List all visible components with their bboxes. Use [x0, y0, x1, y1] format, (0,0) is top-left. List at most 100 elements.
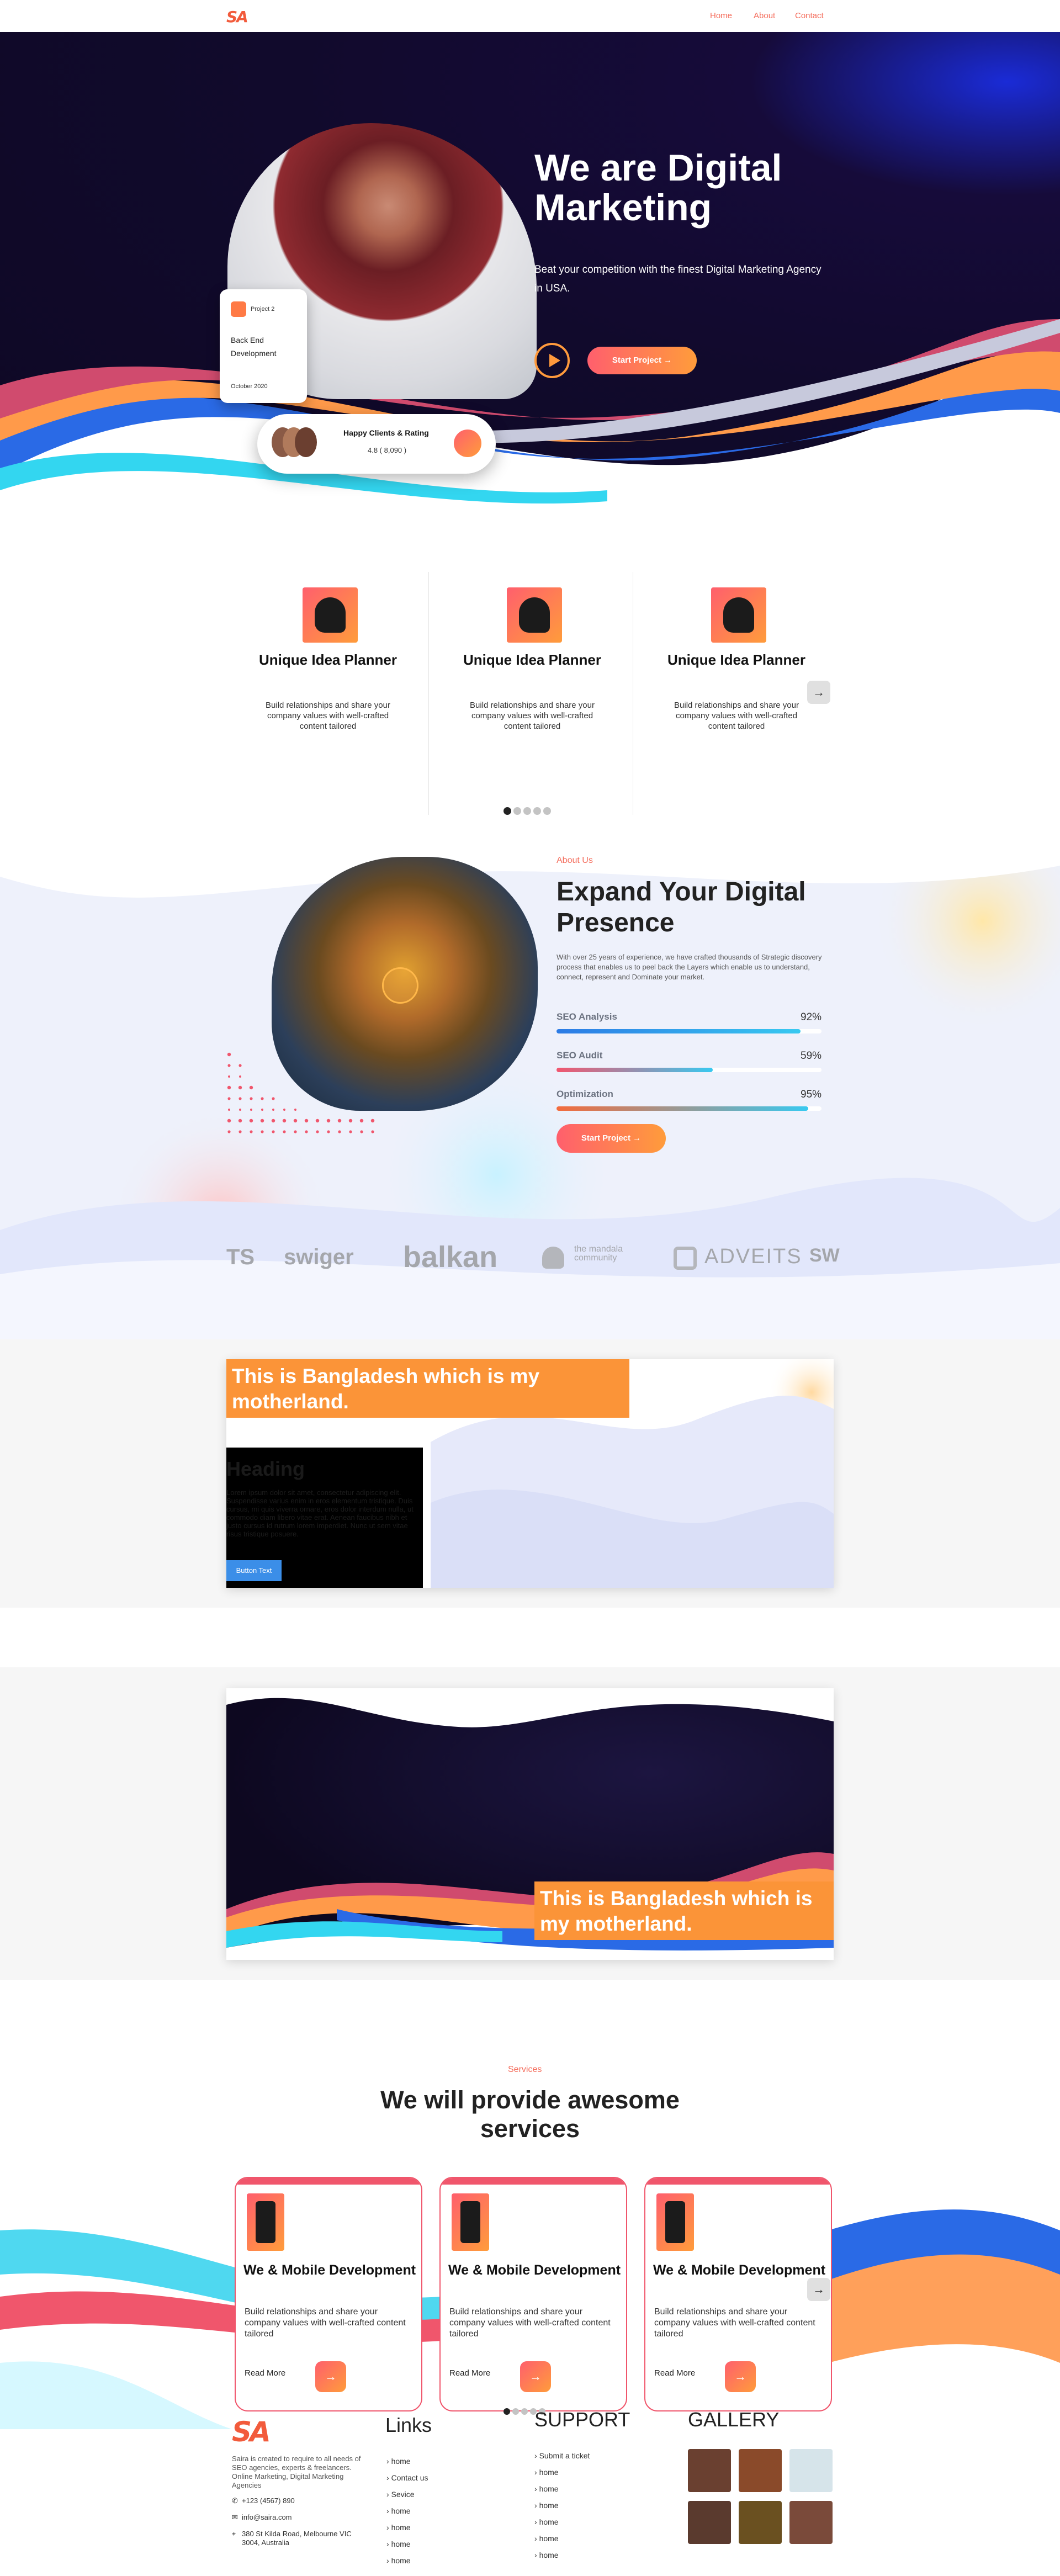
carousel-dot[interactable] [523, 807, 531, 815]
read-more-link[interactable]: Read More [449, 2368, 490, 2378]
skill-percent: 92% [801, 1011, 822, 1023]
services-eyebrow: Services [508, 2065, 542, 2074]
email-icon: ✉ [232, 2513, 238, 2521]
support-link[interactable]: › home [534, 2484, 559, 2493]
footer-link[interactable]: › Sevice [386, 2490, 415, 2499]
mobile-phone-icon [452, 2193, 489, 2251]
progress-fill [556, 1029, 801, 1033]
footer-phone[interactable]: +123 (4567) 890 [242, 2497, 295, 2505]
card-top-bar [645, 2178, 831, 2185]
play-video-icon[interactable] [534, 343, 570, 378]
rating-value: 4.8 ( 8,090 ) [368, 446, 407, 454]
gallery-image[interactable] [739, 2449, 782, 2492]
idea-head-icon [507, 587, 562, 643]
footer-email[interactable]: info@saira.com [242, 2513, 292, 2521]
service-title: We & Mobile Development [653, 2262, 826, 2278]
idea-head-icon [303, 587, 358, 643]
project-card: Project 2 Back End Development October 2… [220, 289, 307, 403]
rating-badge-icon [454, 430, 481, 457]
read-more-link[interactable]: Read More [245, 2368, 285, 2378]
links-title: Links [385, 2414, 432, 2436]
gallery-image[interactable] [688, 2449, 731, 2492]
card-top-bar [236, 2178, 421, 2185]
footer-link[interactable]: › home [386, 2523, 411, 2532]
carousel-dot[interactable] [533, 807, 541, 815]
top-navbar: SA Home About Contact [0, 0, 1060, 32]
progress-fill [556, 1068, 713, 1072]
project-label: Project 2 [251, 306, 275, 312]
skill-label: SEO Analysis [556, 1011, 617, 1022]
carousel-dot[interactable] [513, 807, 521, 815]
support-link[interactable]: › home [534, 2517, 559, 2526]
rating-title: Happy Clients & Rating [343, 428, 429, 437]
seo-analysis-bar [556, 1029, 822, 1033]
feature-card: Unique Idea Planner Build relationships … [430, 572, 635, 815]
skill-percent: 59% [801, 1050, 822, 1062]
service-card: We & Mobile Development Build relationsh… [439, 2177, 627, 2411]
optimization-bar [556, 1106, 822, 1111]
nav-link-about[interactable]: About [754, 11, 775, 20]
gallery-image[interactable] [789, 2501, 833, 2544]
support-link[interactable]: › Submit a ticket [534, 2451, 590, 2460]
about-person-photo [272, 857, 538, 1111]
card-top-bar [441, 2178, 626, 2185]
card-text: Lorem ipsum dolor sit amet, consectetur … [226, 1488, 414, 1538]
carousel-dot[interactable] [521, 2408, 528, 2415]
support-link[interactable]: › home [534, 2468, 559, 2477]
arrow-right-button[interactable]: → [520, 2361, 551, 2392]
services-next-button[interactable]: → [807, 2278, 830, 2301]
footer-logo[interactable]: SA [232, 2416, 271, 2448]
about-eyebrow: About Us [556, 856, 593, 865]
project-date: October 2020 [231, 383, 268, 390]
card-heading: Heading [226, 1457, 305, 1480]
card-button[interactable]: Button Text [226, 1560, 282, 1581]
feature-text: Build relationships and share your compa… [266, 701, 390, 731]
read-more-link[interactable]: Read More [654, 2368, 695, 2378]
about-text: With over 25 years of experience, we hav… [556, 953, 822, 981]
hero-section: We are Digital Marketing Beat your compe… [0, 32, 1060, 529]
gallery-image[interactable] [688, 2501, 731, 2544]
carousel-dot[interactable] [543, 807, 551, 815]
carousel-dot[interactable] [504, 2408, 510, 2415]
skill-label: Optimization [556, 1089, 613, 1099]
feature-card: Unique Idea Planner Build relationships … [225, 572, 431, 815]
features-next-button[interactable]: → [807, 681, 830, 704]
start-project-button[interactable]: Start Project → [587, 347, 697, 374]
project-title: Back End Development [231, 336, 277, 358]
about-start-project-button[interactable]: Start Project → [556, 1124, 666, 1153]
support-link[interactable]: › home [534, 2551, 559, 2559]
footer-link[interactable]: › home [386, 2457, 411, 2466]
heading-card: Heading Lorem ipsum dolor sit amet, cons… [226, 1448, 423, 1588]
service-title: We & Mobile Development [448, 2262, 621, 2278]
footer-link[interactable]: › home [386, 2556, 411, 2565]
support-link[interactable]: › home [534, 2534, 559, 2543]
feature-text: Build relationships and share your compa… [674, 701, 799, 731]
carousel-dot[interactable] [504, 807, 511, 815]
rating-card: Happy Clients & Rating 4.8 ( 8,090 ) [257, 414, 496, 474]
phone-icon: ✆ [232, 2497, 238, 2505]
footer-link[interactable]: › home [386, 2540, 411, 2548]
carousel-dot[interactable] [512, 2408, 519, 2415]
arrow-right-button[interactable]: → [315, 2361, 346, 2392]
gallery-image[interactable] [739, 2501, 782, 2544]
service-text: Build relationships and share your compa… [245, 2307, 406, 2339]
code-icon [674, 1247, 697, 1270]
play-video-icon[interactable] [382, 967, 418, 1004]
gallery-image[interactable] [789, 2449, 833, 2492]
footer-link[interactable]: › home [386, 2506, 411, 2515]
mobile-phone-icon [656, 2193, 694, 2251]
client-avatar [295, 427, 317, 457]
nav-link-contact[interactable]: Contact [795, 11, 824, 20]
arrow-right-button[interactable]: → [725, 2361, 756, 2392]
user-icon [231, 301, 246, 317]
site-logo[interactable]: SA [226, 8, 248, 26]
support-link[interactable]: › home [534, 2501, 559, 2510]
brand-logo: SW [809, 1245, 840, 1266]
services-title: We will provide awesome services [380, 2086, 680, 2143]
brand-logo: balkan [403, 1241, 498, 1274]
hero-title: We are Digital Marketing [534, 147, 782, 229]
nav-link-home[interactable]: Home [710, 11, 732, 20]
footer-link[interactable]: › Contact us [386, 2473, 428, 2482]
banner-title: This is Bangladesh which is my motherlan… [534, 1881, 834, 1940]
feature-title: Unique Idea Planner [667, 651, 805, 668]
